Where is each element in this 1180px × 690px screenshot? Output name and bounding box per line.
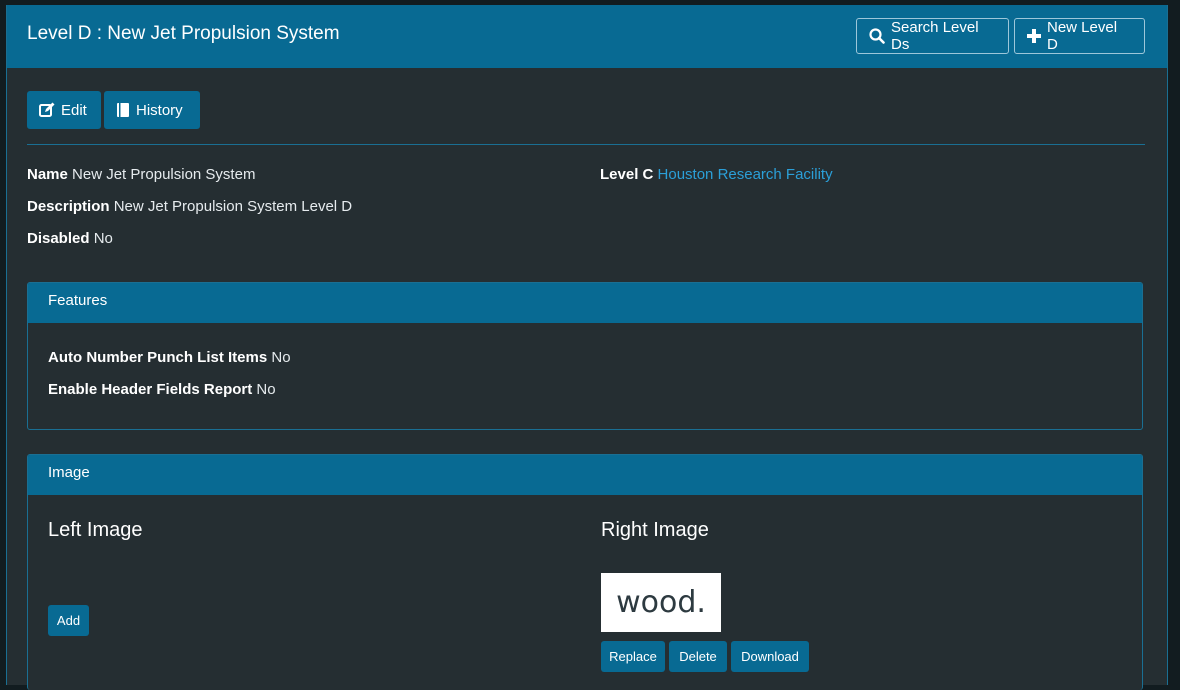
delete-image-button[interactable]: Delete	[669, 641, 727, 672]
search-icon	[869, 28, 885, 44]
new-level-d-button[interactable]: New Level D	[1014, 18, 1145, 54]
features-card-header: Features	[28, 283, 1142, 323]
search-level-ds-label: Search Level Ds	[891, 19, 979, 53]
auto-number-value: No	[271, 349, 291, 366]
edit-label: Edit	[61, 101, 87, 119]
disabled-field: Disabled No	[27, 230, 113, 247]
name-field: Name New Jet Propulsion System	[27, 166, 255, 183]
level-c-label: Level C	[600, 166, 654, 183]
wood-logo: wood.	[616, 585, 706, 620]
history-label: History	[136, 101, 183, 119]
download-image-button[interactable]: Download	[731, 641, 809, 672]
edit-icon	[39, 102, 55, 118]
disabled-label: Disabled	[27, 230, 90, 247]
divider	[27, 144, 1145, 145]
name-value: New Jet Propulsion System	[72, 166, 256, 183]
image-card-header: Image	[28, 455, 1142, 495]
disabled-value: No	[93, 230, 113, 247]
auto-number-field: Auto Number Punch List Items No	[48, 349, 291, 366]
book-icon	[116, 102, 130, 118]
page-title: Level D : New Jet Propulsion System	[27, 23, 340, 44]
description-value: New Jet Propulsion System Level D	[113, 198, 353, 215]
add-image-button[interactable]: Add	[48, 605, 89, 636]
image-card: Image Left Image Add Right Image wood. R…	[27, 454, 1143, 690]
left-image-heading: Left Image	[48, 519, 143, 541]
enable-header-label: Enable Header Fields Report	[48, 381, 253, 398]
panel-header: Level D : New Jet Propulsion System Sear…	[7, 5, 1167, 68]
new-level-d-label: New Level D	[1047, 19, 1118, 53]
description-field: Description New Jet Propulsion System Le…	[27, 198, 352, 215]
history-button[interactable]: History	[104, 91, 200, 129]
replace-image-button[interactable]: Replace	[601, 641, 665, 672]
level-c-field: Level C Houston Research Facility	[600, 166, 833, 183]
name-label: Name	[27, 166, 68, 183]
plus-icon	[1027, 29, 1041, 43]
description-label: Description	[27, 198, 110, 215]
enable-header-field: Enable Header Fields Report No	[48, 381, 276, 398]
auto-number-label: Auto Number Punch List Items	[48, 349, 268, 366]
enable-header-value: No	[256, 381, 276, 398]
right-image-heading: Right Image	[601, 519, 709, 541]
edit-button[interactable]: Edit	[27, 91, 101, 129]
level-c-link[interactable]: Houston Research Facility	[658, 166, 833, 183]
right-image-logo: wood.	[601, 573, 721, 632]
features-card: Features Auto Number Punch List Items No…	[27, 282, 1143, 430]
main-panel: Level D : New Jet Propulsion System Sear…	[6, 5, 1168, 690]
search-level-ds-button[interactable]: Search Level Ds	[856, 18, 1009, 54]
